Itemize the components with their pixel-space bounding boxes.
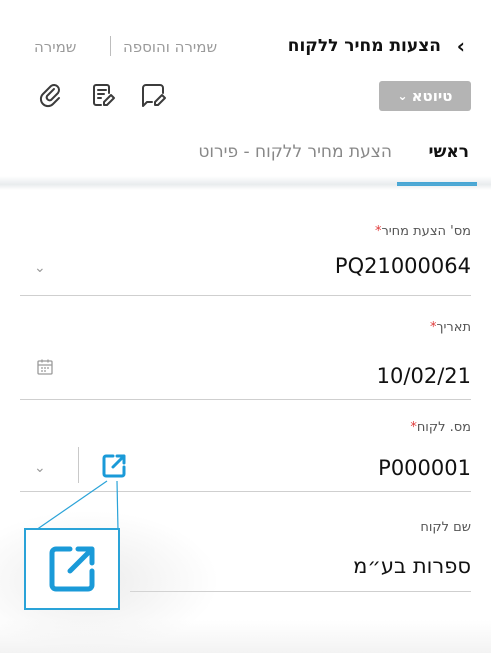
field-underline [20, 491, 471, 492]
quote-number-label-text: מס' הצעת מחיר [381, 224, 471, 239]
quote-number-field[interactable]: מס' הצעת מחיר* PQ21000064 ⌄ [0, 222, 491, 297]
notes-icon[interactable] [88, 80, 118, 110]
page-title: הצעות מחיר ללקוח [287, 36, 441, 56]
date-field[interactable]: תאריך* 10/02/21 [0, 318, 491, 400]
zoom-callout [24, 528, 120, 610]
app-header: ‹ הצעות מחיר ללקוח שמירה והוספה שמירה ⌄ … [0, 0, 491, 186]
date-label: תאריך* [427, 320, 471, 335]
calendar-icon[interactable] [36, 358, 54, 376]
tab-quote-details[interactable]: הצעת מחיר ללקוח - פירוט [198, 142, 392, 162]
date-label-text: תאריך [436, 320, 471, 335]
chevron-down-icon[interactable]: ⌄ [34, 260, 46, 276]
open-external-icon [49, 546, 95, 592]
save-and-add-button[interactable]: שמירה והוספה [123, 38, 217, 56]
tab-main[interactable]: ראשי [428, 142, 469, 162]
customer-number-value[interactable]: P000001 [378, 456, 471, 480]
back-chevron-icon[interactable]: ‹ [457, 36, 465, 56]
status-label: טיוטא [411, 87, 453, 105]
save-button[interactable]: שמירה [34, 38, 76, 56]
header-divider [110, 36, 111, 56]
customer-number-field[interactable]: מס. לקוח* P000001 ⌄ [0, 418, 491, 493]
customer-number-label-text: מס. לקוח [416, 420, 471, 435]
quote-number-label: מס' הצעת מחיר* [372, 224, 471, 239]
bottom-fade [0, 620, 491, 653]
field-underline [20, 399, 471, 400]
chevron-down-icon[interactable]: ⌄ [34, 460, 46, 476]
customer-number-label: מס. לקוח* [407, 420, 471, 435]
quote-number-value[interactable]: PQ21000064 [335, 254, 471, 278]
field-underline [20, 295, 471, 296]
comment-icon[interactable] [138, 80, 168, 110]
customer-name-label: שם לקוח [420, 520, 471, 535]
customer-name-value[interactable]: ספרות בע״מ [353, 554, 471, 578]
field-divider [78, 447, 79, 483]
chevron-down-icon: ⌄ [397, 89, 408, 103]
open-external-icon[interactable] [99, 451, 129, 481]
status-dropdown[interactable]: ⌄ טיוטא [379, 81, 471, 111]
attachment-icon[interactable] [36, 80, 66, 110]
header-shadow [0, 176, 491, 190]
date-value[interactable]: 10/02/21 [377, 364, 471, 388]
